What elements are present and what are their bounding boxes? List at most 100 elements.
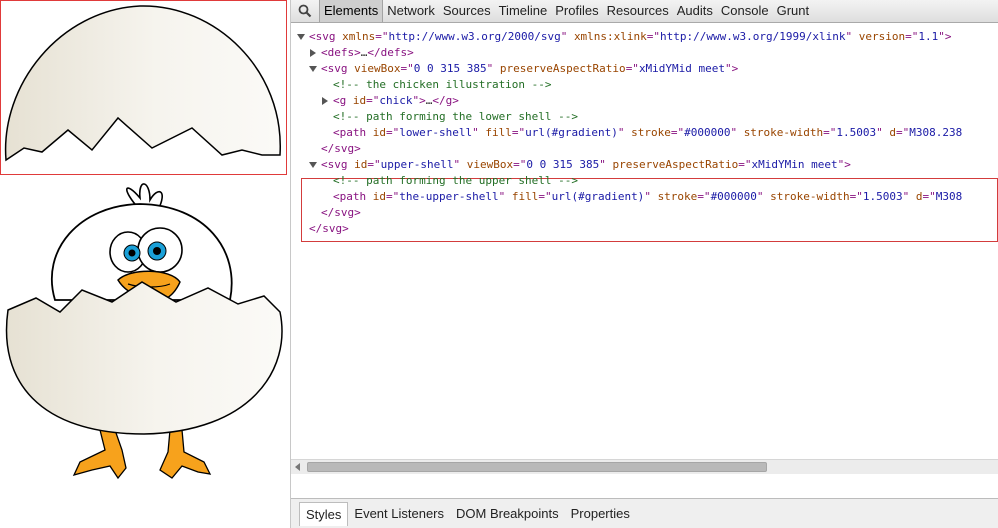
tab-resources[interactable]: Resources <box>603 0 673 22</box>
dom-token: " <box>902 190 916 203</box>
dom-token: #000000 <box>710 190 757 203</box>
dom-token: 1.1 <box>918 30 939 43</box>
tab-properties[interactable]: Properties <box>565 502 636 526</box>
expand-triangle-icon[interactable] <box>322 97 328 105</box>
dom-token: stroke-width <box>770 190 850 203</box>
dom-token: </svg> <box>309 222 349 235</box>
scrollbar-thumb[interactable] <box>307 462 767 472</box>
dom-token: 1.5003 <box>836 126 877 139</box>
tab-audits[interactable]: Audits <box>673 0 717 22</box>
dom-token: 0 0 315 385 <box>526 158 600 171</box>
dom-token: "> <box>412 94 426 107</box>
dom-node-line[interactable]: <!-- the chicken illustration --> <box>333 77 552 93</box>
dom-token: <!-- path forming the lower shell --> <box>333 110 579 123</box>
dom-token: <svg <box>309 30 343 43</box>
dom-node-line[interactable]: <svg xmlns="http://www.w3.org/2000/svg" … <box>309 29 951 45</box>
dom-token: <!-- the chicken illustration --> <box>333 78 552 91</box>
tab-console[interactable]: Console <box>717 0 773 22</box>
dom-token: stroke <box>631 126 671 139</box>
dom-node-line[interactable]: <g id="chick">…</g> <box>333 93 459 109</box>
dom-node-line[interactable]: <!-- path forming the upper shell --> <box>333 173 578 189</box>
dom-token: fill <box>511 190 539 203</box>
tab-styles[interactable]: Styles <box>299 501 349 526</box>
dom-token: <!-- path forming the upper shell --> <box>333 174 579 187</box>
dom-token: =" <box>366 94 380 107</box>
dom-token: 1.5003 <box>862 190 903 203</box>
search-icon[interactable] <box>291 0 319 22</box>
tab-grunt[interactable]: Grunt <box>773 0 814 22</box>
dom-token: id <box>372 126 386 139</box>
dom-token: " <box>876 126 890 139</box>
dom-token: " <box>845 30 859 43</box>
dom-token: xMidYMid meet <box>638 62 726 75</box>
dom-token: " <box>756 190 771 203</box>
dom-node-line[interactable]: </svg> <box>321 141 361 157</box>
dom-token: 0 0 315 385 <box>413 62 487 75</box>
dom-token: =" <box>400 62 414 75</box>
devtools-toolbar: Elements Network Sources Timeline Profil… <box>291 0 998 23</box>
scroll-left-icon[interactable] <box>295 463 300 471</box>
dom-token: <defs> <box>321 46 361 59</box>
dom-token: </svg> <box>321 142 361 155</box>
collapse-triangle-icon[interactable] <box>297 34 305 40</box>
dom-node-line[interactable]: <!-- path forming the lower shell --> <box>333 109 578 125</box>
sidebar-tabs: Styles Event Listeners DOM Breakpoints P… <box>291 498 998 528</box>
dom-token: viewBox <box>466 158 514 171</box>
dom-node-line[interactable]: <defs>…</defs> <box>321 45 414 61</box>
dom-token: " <box>730 126 744 139</box>
dom-token: xmlns:xlink <box>573 30 647 43</box>
dom-token: stroke-width <box>743 126 824 139</box>
dom-token: " <box>486 62 500 75</box>
dom-token: =" <box>905 30 919 43</box>
dom-token: =" <box>738 158 752 171</box>
dom-token: <svg <box>321 158 355 171</box>
dom-token: =" <box>625 62 639 75</box>
dom-node-line[interactable]: </svg> <box>309 221 349 237</box>
dom-token: M308.238 <box>909 126 963 139</box>
dom-token: "> <box>938 30 952 43</box>
dom-token: " <box>472 126 486 139</box>
dom-token: <svg <box>321 62 355 75</box>
dom-token: =" <box>849 190 863 203</box>
collapse-triangle-icon[interactable] <box>309 162 317 168</box>
tab-profiles[interactable]: Profiles <box>551 0 602 22</box>
dom-token: " <box>617 126 632 139</box>
dom-token: <path <box>333 190 373 203</box>
dom-token: id <box>372 190 386 203</box>
dom-token: chick <box>379 94 413 107</box>
dom-token: =" <box>922 190 936 203</box>
dom-node-line[interactable]: <svg id="upper-shell" viewBox="0 0 315 3… <box>321 157 851 173</box>
dom-token: =" <box>896 126 910 139</box>
dom-token: =" <box>697 190 711 203</box>
dom-token: =" <box>367 158 381 171</box>
dom-token: " <box>599 158 613 171</box>
dom-token: <g <box>333 94 353 107</box>
dom-token: =" <box>513 158 527 171</box>
dom-token: preserveAspectRatio <box>612 158 739 171</box>
dom-token: #000000 <box>684 126 731 139</box>
expand-triangle-icon[interactable] <box>310 49 316 57</box>
dom-node-line[interactable]: </svg> <box>321 205 361 221</box>
tab-elements[interactable]: Elements <box>319 0 384 22</box>
dom-token: viewBox <box>354 62 401 75</box>
dom-token: =" <box>386 190 400 203</box>
dom-node-line[interactable]: <svg viewBox="0 0 315 385" preserveAspec… <box>321 61 738 77</box>
dom-token: " <box>498 190 512 203</box>
tab-sources[interactable]: Sources <box>439 0 495 22</box>
dom-token: id <box>352 94 367 107</box>
dom-node-line[interactable]: <path id="lower-shell" fill="url(#gradie… <box>333 125 962 141</box>
tab-dom-breakpoints[interactable]: DOM Breakpoints <box>450 502 565 526</box>
dom-token: fill <box>485 126 512 139</box>
dom-token: id <box>354 158 368 171</box>
tab-timeline[interactable]: Timeline <box>495 0 552 22</box>
horizontal-scrollbar[interactable] <box>291 459 998 474</box>
tab-event-listeners[interactable]: Event Listeners <box>348 502 450 526</box>
tab-network[interactable]: Network <box>383 0 439 22</box>
dom-token: </svg> <box>321 206 361 219</box>
dom-token: version <box>858 30 906 43</box>
collapse-triangle-icon[interactable] <box>309 66 317 72</box>
dom-token: "> <box>725 62 739 75</box>
dom-token: =" <box>823 126 837 139</box>
dom-node-line[interactable]: <path id="the-upper-shell" fill="url(#gr… <box>333 189 962 205</box>
dom-token: d <box>915 190 923 203</box>
